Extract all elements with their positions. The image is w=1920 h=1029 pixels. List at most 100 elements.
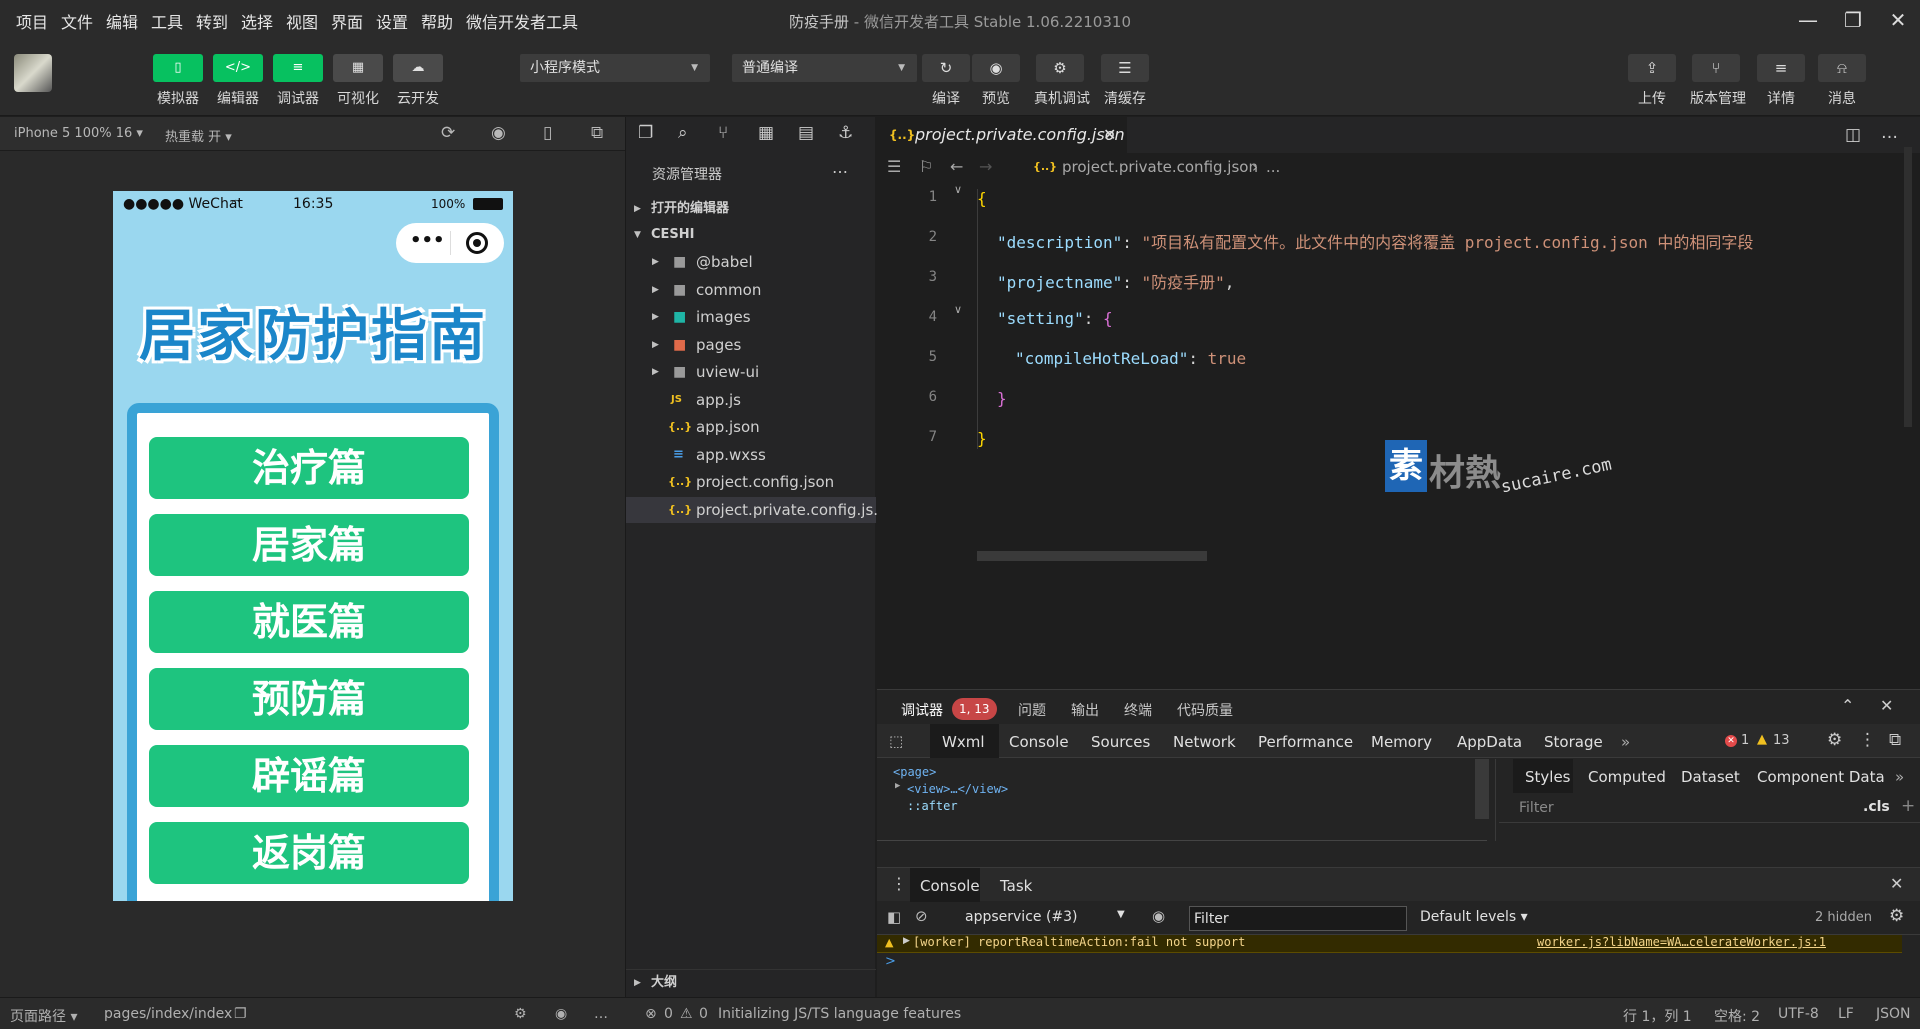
- wxml-node-page[interactable]: <page>: [893, 765, 936, 779]
- tab-console[interactable]: Console: [1009, 733, 1069, 751]
- kebab-icon[interactable]: ⋮: [1859, 730, 1876, 750]
- page-path-select[interactable]: 页面路径 ▾: [10, 1006, 77, 1026]
- cloud-dev-button[interactable]: ☁: [393, 54, 443, 82]
- fold-icon[interactable]: ∨: [954, 303, 962, 316]
- kebab-icon[interactable]: ⋮: [891, 874, 907, 893]
- copy-icon[interactable]: ❐: [234, 1006, 247, 1022]
- drawer-tab-task[interactable]: Task: [1000, 877, 1032, 895]
- close-mini-program-icon[interactable]: [466, 232, 488, 254]
- error-icon[interactable]: ⊗: [645, 1006, 657, 1022]
- chevron-right-icon[interactable]: ▶: [895, 781, 900, 791]
- preview-button[interactable]: ◉: [972, 54, 1020, 82]
- clear-icon[interactable]: ⊘: [915, 907, 928, 925]
- cursor-position[interactable]: 行 1，列 1: [1623, 1006, 1692, 1026]
- details-button[interactable]: ≡: [1757, 54, 1805, 82]
- compile-button[interactable]: ↻: [922, 54, 970, 82]
- tab-component-data[interactable]: Component Data: [1757, 768, 1885, 786]
- tab-code-quality[interactable]: 代码质量: [1177, 700, 1233, 720]
- return-work-button[interactable]: 返岗篇: [149, 822, 469, 884]
- version-button[interactable]: ⑂: [1692, 54, 1740, 82]
- split-editor-icon[interactable]: ◫: [1845, 125, 1861, 145]
- stop-icon[interactable]: ◉: [491, 123, 506, 143]
- scrollbar-vertical[interactable]: [1904, 147, 1912, 427]
- wxml-scrollbar[interactable]: [1475, 759, 1489, 819]
- context-select[interactable]: appservice (#3) ▼: [965, 909, 1125, 925]
- tab-problems[interactable]: 问题: [1018, 700, 1046, 720]
- file-project-private-config[interactable]: {..} project.private.config.js...: [626, 497, 888, 523]
- git-icon[interactable]: ⑂: [718, 123, 728, 143]
- extensions-icon[interactable]: ▦: [758, 123, 774, 143]
- back-icon[interactable]: ←: [950, 153, 963, 181]
- wxml-node-view[interactable]: <view>…</view>: [907, 782, 1008, 796]
- eye-icon[interactable]: ◉: [555, 1006, 567, 1022]
- mode-select[interactable]: 小程序模式 ▼: [520, 54, 710, 82]
- code-line-6[interactable]: }: [997, 389, 1007, 408]
- tab-memory[interactable]: Memory: [1371, 733, 1432, 751]
- tab-sources[interactable]: Sources: [1091, 733, 1150, 751]
- dock-icon[interactable]: ⧉: [1889, 730, 1901, 750]
- code-line-5[interactable]: "compileHotReLoad": true: [1015, 349, 1246, 368]
- layout-icon[interactable]: ▤: [798, 123, 814, 143]
- upload-button[interactable]: ⇪: [1628, 54, 1676, 82]
- more-icon[interactable]: …: [832, 158, 848, 177]
- outline-section[interactable]: ▶ 大纲: [626, 969, 876, 995]
- file-app-json[interactable]: {..} app.json: [626, 414, 876, 440]
- file-app-js[interactable]: JS app.js: [626, 387, 876, 413]
- forward-icon[interactable]: →: [979, 153, 992, 181]
- editor-toggle[interactable]: </>: [213, 54, 263, 82]
- code-line-4[interactable]: "setting": {: [997, 309, 1113, 328]
- folder-uview-ui[interactable]: ▶ ■ uview-ui: [626, 359, 876, 385]
- tab-debugger[interactable]: 调试器: [901, 700, 943, 720]
- console-warning-row[interactable]: ▲ ▶ [worker] reportRealtimeAction:fail n…: [877, 935, 1902, 953]
- home-button[interactable]: 居家篇: [149, 514, 469, 576]
- fold-icon[interactable]: ∨: [954, 183, 962, 196]
- sidebar-toggle-icon[interactable]: ◧: [887, 908, 901, 926]
- code-line-7[interactable]: }: [977, 429, 987, 448]
- clear-cache-button[interactable]: ☰: [1101, 54, 1149, 82]
- inspect-icon[interactable]: ⬚: [889, 732, 903, 750]
- breadcrumb-file[interactable]: project.private.config.json: [1062, 153, 1258, 181]
- indent-setting[interactable]: 空格: 2: [1714, 1006, 1760, 1026]
- drawer-tab-console[interactable]: Console: [920, 877, 980, 895]
- plus-icon[interactable]: +: [1901, 796, 1915, 816]
- close-icon[interactable]: ✕: [1880, 696, 1893, 715]
- hospital-button[interactable]: 就医篇: [149, 591, 469, 653]
- search-icon[interactable]: ⌕: [678, 123, 688, 143]
- tab-computed[interactable]: Computed: [1588, 768, 1666, 786]
- console-prompt[interactable]: >: [885, 954, 896, 969]
- gear-icon[interactable]: ⚙: [1889, 906, 1904, 926]
- minimize-icon[interactable]: —: [1793, 6, 1823, 34]
- bug-icon[interactable]: ⚙: [514, 1006, 527, 1022]
- debugger-toggle[interactable]: ≡: [273, 54, 323, 82]
- eye-icon[interactable]: ◉: [1152, 907, 1165, 925]
- avatar[interactable]: [14, 54, 52, 92]
- simulator-toggle[interactable]: ▯: [153, 54, 203, 82]
- bookmark-icon[interactable]: ⚐: [919, 153, 933, 181]
- log-source-link[interactable]: worker.js?libName=WA…celerateWorker.js:1: [1537, 935, 1826, 949]
- tab-styles[interactable]: Styles: [1525, 768, 1571, 786]
- levels-select[interactable]: Default levels ▾: [1420, 909, 1528, 925]
- messages-button[interactable]: ⍾: [1818, 54, 1866, 82]
- tab-dataset[interactable]: Dataset: [1681, 768, 1740, 786]
- tab-network[interactable]: Network: [1173, 733, 1236, 751]
- phone-icon[interactable]: ▯: [543, 123, 552, 143]
- close-icon[interactable]: ✕: [1883, 6, 1913, 34]
- collapse-icon[interactable]: ⌃: [1841, 696, 1854, 715]
- code-line-3[interactable]: "projectname": "防疫手册",: [997, 269, 1234, 293]
- cls-toggle[interactable]: .cls: [1863, 799, 1890, 815]
- folder-common[interactable]: ▶ ■ common: [626, 277, 876, 303]
- rotate-icon[interactable]: ⟳: [441, 123, 455, 143]
- device-select[interactable]: iPhone 5 100% 16 ▾: [14, 126, 143, 141]
- hot-reload-toggle[interactable]: 热重载 开 ▾: [165, 126, 232, 145]
- encoding[interactable]: UTF-8: [1778, 1006, 1819, 1022]
- more-icon[interactable]: …: [594, 1006, 608, 1022]
- docker-icon[interactable]: ⚓: [838, 123, 853, 143]
- open-editors-section[interactable]: ▶ 打开的编辑器: [626, 196, 876, 222]
- tab-performance[interactable]: Performance: [1258, 733, 1353, 751]
- language-mode[interactable]: JSON: [1876, 1006, 1911, 1022]
- folder-pages[interactable]: ▶ ■ pages: [626, 332, 876, 358]
- close-icon[interactable]: ✕: [1890, 874, 1903, 893]
- tab-wxml[interactable]: Wxml: [942, 733, 985, 751]
- popout-icon[interactable]: ⧉: [591, 123, 603, 143]
- file-app-wxss[interactable]: ≡ app.wxss: [626, 442, 876, 468]
